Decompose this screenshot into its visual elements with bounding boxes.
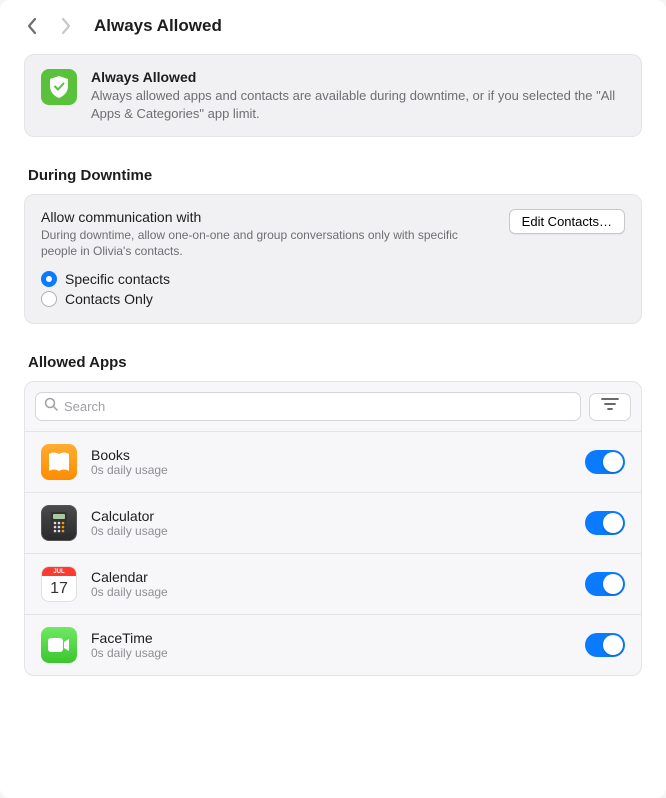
downtime-description: During downtime, allow one-on-one and gr… bbox=[41, 227, 497, 259]
page-title: Always Allowed bbox=[94, 16, 222, 36]
downtime-card: Allow communication with During downtime… bbox=[24, 194, 642, 324]
app-toggle[interactable] bbox=[585, 572, 625, 596]
books-app-icon bbox=[41, 444, 77, 480]
app-row: Books0s daily usage bbox=[25, 431, 641, 492]
app-toggle[interactable] bbox=[585, 511, 625, 535]
info-card-description: Always allowed apps and contacts are ava… bbox=[91, 87, 625, 122]
app-usage: 0s daily usage bbox=[91, 585, 571, 599]
allowed-apps-card: Books0s daily usageCalculator0s daily us… bbox=[24, 381, 642, 676]
app-usage: 0s daily usage bbox=[91, 524, 571, 538]
search-input[interactable] bbox=[64, 399, 572, 414]
back-button[interactable] bbox=[20, 14, 44, 38]
app-name: Books bbox=[91, 447, 571, 463]
app-usage: 0s daily usage bbox=[91, 463, 571, 477]
search-icon bbox=[44, 397, 58, 416]
allowed-apps-section-title: Allowed Apps bbox=[24, 354, 642, 371]
info-card-title: Always Allowed bbox=[91, 69, 625, 85]
facetime-app-icon bbox=[41, 627, 77, 663]
filter-icon bbox=[601, 397, 619, 416]
app-usage: 0s daily usage bbox=[91, 646, 571, 660]
radio-option[interactable]: Specific contacts bbox=[41, 269, 625, 289]
filter-button[interactable] bbox=[589, 393, 631, 421]
radio-icon bbox=[41, 291, 57, 307]
app-name: FaceTime bbox=[91, 630, 571, 646]
app-row: Calculator0s daily usage bbox=[25, 492, 641, 553]
app-toggle[interactable] bbox=[585, 450, 625, 474]
calculator-app-icon bbox=[41, 505, 77, 541]
app-row: JUL17 Calendar0s daily usage bbox=[25, 553, 641, 614]
downtime-title: Allow communication with bbox=[41, 209, 497, 225]
search-box[interactable] bbox=[35, 392, 581, 421]
radio-label: Specific contacts bbox=[65, 271, 170, 287]
shield-check-icon bbox=[41, 69, 77, 105]
app-name: Calculator bbox=[91, 508, 571, 524]
app-name: Calendar bbox=[91, 569, 571, 585]
app-toggle[interactable] bbox=[585, 633, 625, 657]
radio-option[interactable]: Contacts Only bbox=[41, 289, 625, 309]
edit-contacts-button[interactable]: Edit Contacts… bbox=[509, 209, 625, 234]
radio-label: Contacts Only bbox=[65, 291, 153, 307]
radio-icon bbox=[41, 271, 57, 287]
info-card: Always Allowed Always allowed apps and c… bbox=[24, 54, 642, 137]
forward-button[interactable] bbox=[54, 14, 78, 38]
downtime-section-title: During Downtime bbox=[24, 167, 642, 184]
calendar-app-icon: JUL17 bbox=[41, 566, 77, 602]
app-row: FaceTime0s daily usage bbox=[25, 614, 641, 675]
